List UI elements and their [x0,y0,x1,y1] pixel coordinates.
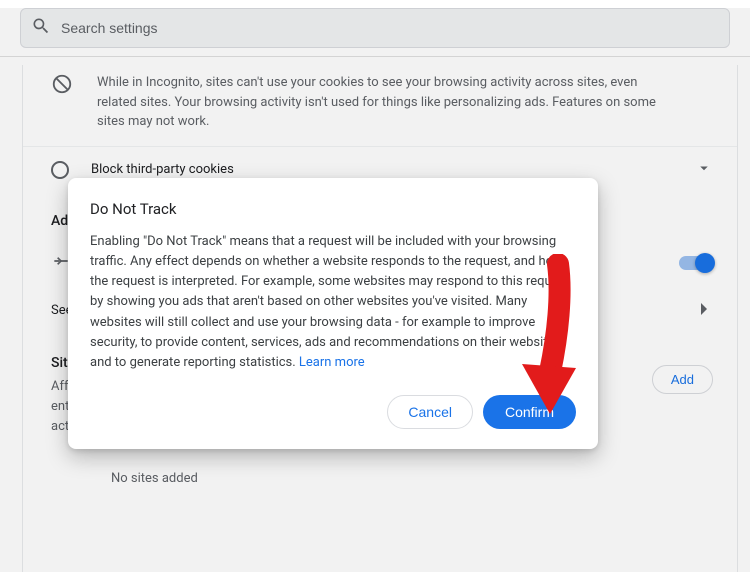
search-icon [31,16,51,40]
block-icon [51,73,73,99]
search-settings-bar[interactable] [20,8,730,48]
do-not-track-dialog: Do Not Track Enabling "Do Not Track" mea… [68,178,598,449]
header-divider [0,56,750,57]
dialog-actions: Cancel Confirm [90,395,576,429]
do-not-track-toggle[interactable] [679,256,713,270]
incognito-desc: While in Incognito, sites can't use your… [93,73,673,132]
radio-unchecked-icon[interactable] [51,161,69,179]
learn-more-link[interactable]: Learn more [299,355,365,370]
block-third-party-label: Block third-party cookies [91,162,673,177]
add-site-button[interactable]: Add [652,365,713,394]
incognito-option-row[interactable]: While in Incognito, sites can't use your… [23,65,737,146]
chevron-right-icon [701,303,709,319]
confirm-button[interactable]: Confirm [483,395,576,429]
search-input[interactable] [61,20,719,36]
dialog-body: Enabling "Do Not Track" means that a req… [90,232,576,373]
dialog-body-text: Enabling "Do Not Track" means that a req… [90,234,570,370]
cancel-button[interactable]: Cancel [387,395,473,429]
dialog-title: Do Not Track [90,200,576,218]
chevron-down-icon[interactable] [695,159,713,181]
